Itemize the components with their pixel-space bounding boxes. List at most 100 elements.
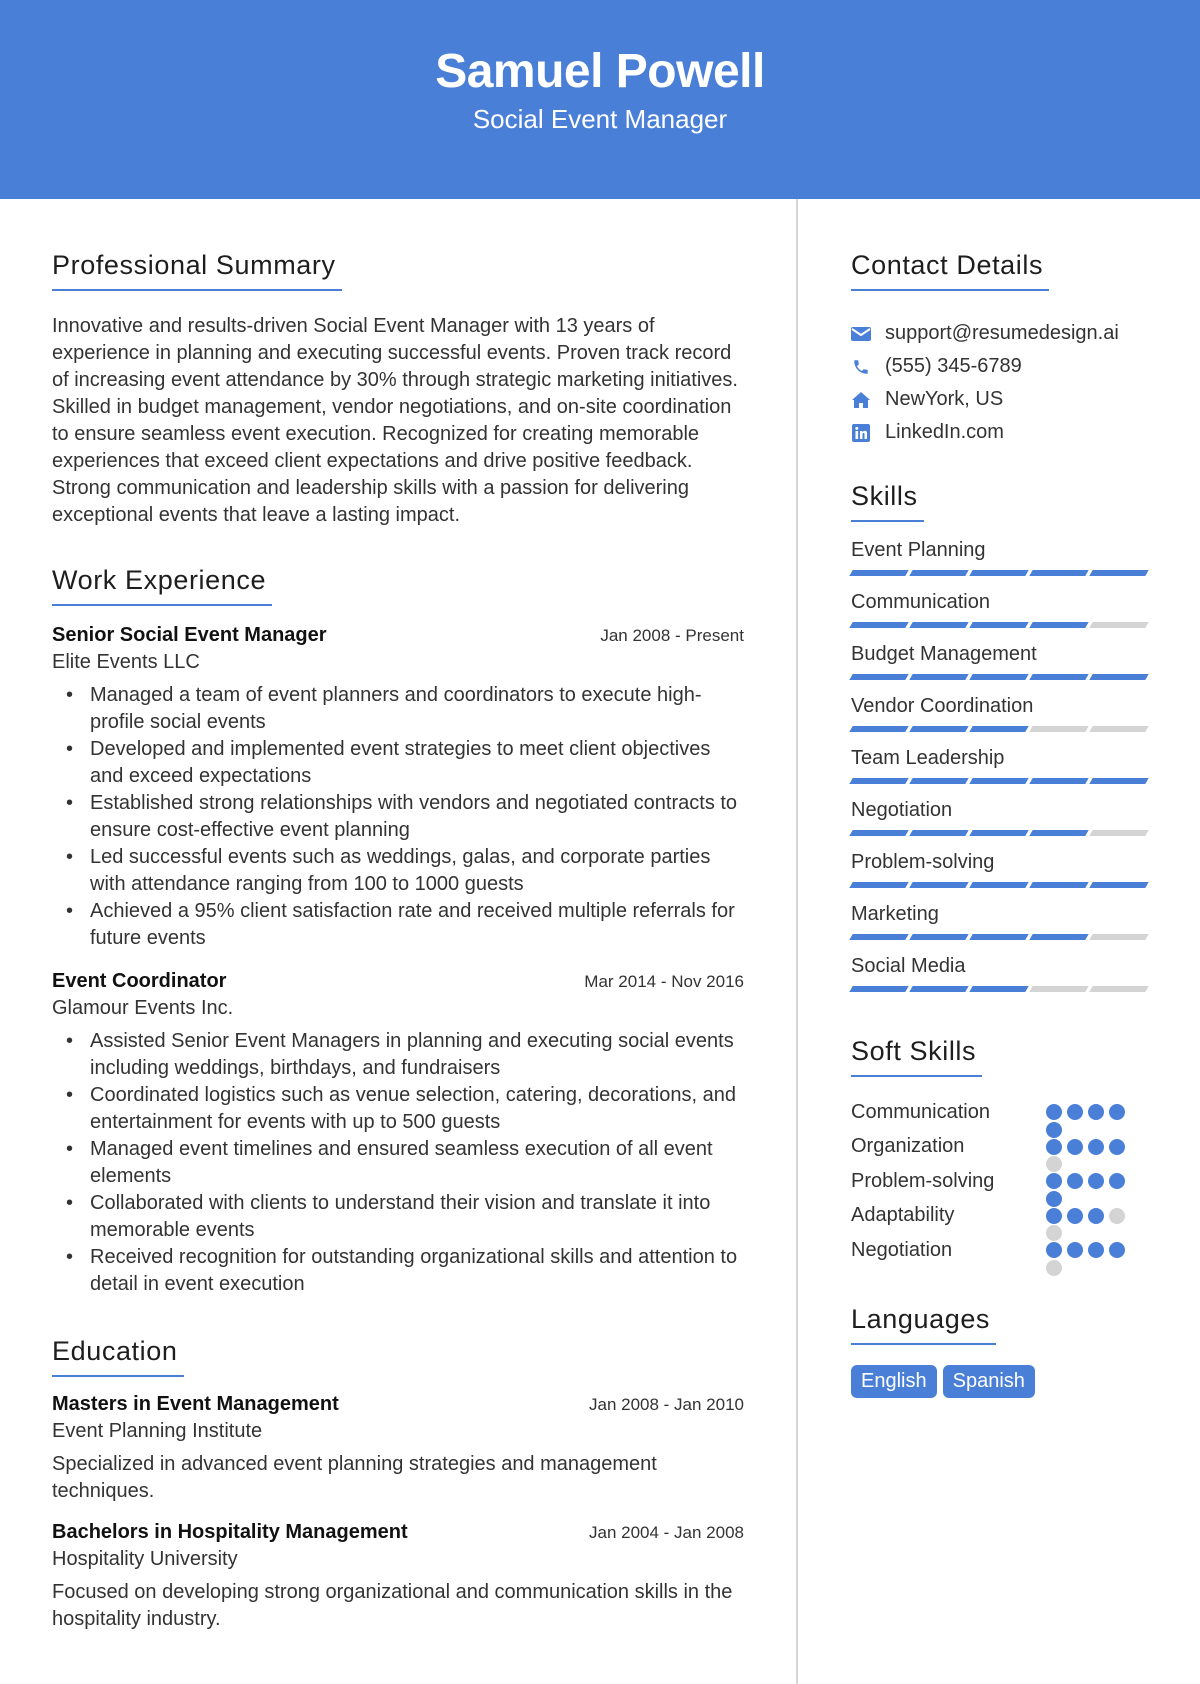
job-header: Senior Social Event Manager Jan 2008 - Pr… <box>52 624 744 647</box>
skill-segment-filled <box>969 674 1029 680</box>
skill-segment-filled <box>849 986 909 992</box>
language-badge: English <box>851 1364 937 1398</box>
contact-item[interactable]: LinkedIn.com <box>851 416 1151 449</box>
rating-dot-empty <box>1046 1259 1062 1276</box>
rating-dot-empty <box>1046 1225 1062 1241</box>
skill-segment-empty <box>1029 986 1089 992</box>
skill-item: Problem-solving <box>849 850 1151 888</box>
envelope-icon <box>851 324 871 344</box>
linkedin-icon <box>851 423 871 443</box>
rating-dot-filled <box>1046 1121 1062 1138</box>
section-title: Soft Skills <box>851 1036 983 1077</box>
skill-segment-filled <box>849 882 909 888</box>
skill-level-bar <box>849 778 1151 784</box>
rating-dot-filled <box>1088 1173 1104 1190</box>
degree-title: Masters in Event Management <box>52 1393 339 1415</box>
contact-text[interactable]: LinkedIn.com <box>885 421 1004 444</box>
job-bullet: Managed a team of event planners and coo… <box>66 682 744 736</box>
soft-skill-rating <box>1046 1138 1125 1155</box>
skill-segment-filled <box>969 570 1029 576</box>
skill-name: Problem-solving <box>851 851 995 873</box>
job-title: Senior Social Event Manager <box>52 624 327 646</box>
contact-text[interactable]: support@resumedesign.ai <box>885 322 1119 345</box>
skill-segment-filled <box>849 778 909 784</box>
job-list: Senior Social Event Manager Jan 2008 - Pr… <box>52 624 744 1298</box>
job-date: Jan 2008 - Present <box>600 626 744 645</box>
rating-dot-filled <box>1067 1207 1083 1224</box>
soft-skill-name: Adaptability <box>851 1204 955 1227</box>
job-bullet: Established strong relationships with ve… <box>66 790 744 844</box>
skill-segment-filled <box>969 986 1029 992</box>
contact-text[interactable]: NewYork, US <box>885 388 1003 411</box>
job-date: Mar 2014 - Nov 2016 <box>584 972 744 991</box>
phone-icon <box>851 357 871 377</box>
skill-segment-filled <box>1029 830 1089 836</box>
job-company: Glamour Events Inc. <box>52 997 234 1019</box>
job-bullet: Collaborated with clients to understand … <box>66 1190 744 1244</box>
summary-section: Professional Summary Innovative and resu… <box>52 250 744 529</box>
rating-dot-filled <box>1088 1104 1104 1121</box>
rating-dot-filled <box>1046 1104 1062 1121</box>
school-name: Hospitality University <box>52 1548 238 1570</box>
job-bullet: Developed and implemented event strategi… <box>66 736 744 790</box>
skill-segment-filled <box>849 570 909 576</box>
skill-segment-filled <box>909 882 969 888</box>
job-entry: Event Coordinator Mar 2014 - Nov 2016 Glam… <box>52 970 744 1298</box>
rating-dot-filled <box>1088 1138 1104 1155</box>
skill-segment-filled <box>849 622 909 628</box>
skill-segment-filled <box>849 830 909 836</box>
contact-text[interactable]: (555) 345-6789 <box>885 355 1022 378</box>
degree-title: Bachelors in Hospitality Management <box>52 1521 408 1543</box>
education-header: Masters in Event Management Jan 2008 - Ja… <box>52 1393 744 1416</box>
skill-level-bar <box>849 622 1151 628</box>
skill-segment-empty <box>1089 726 1149 732</box>
rating-dot-empty <box>1109 1207 1125 1224</box>
section-title: Skills <box>851 481 924 522</box>
soft-skills-section: Soft Skills Communication Organization Pro… <box>851 1036 1151 1276</box>
rating-dot-filled <box>1109 1104 1125 1121</box>
soft-skill-rating <box>1046 1173 1125 1190</box>
job-bullet: Coordinated logistics such as venue sele… <box>66 1082 744 1136</box>
soft-skill-item: Organization <box>851 1130 1151 1165</box>
soft-skill-name: Communication <box>851 1100 990 1123</box>
job-bullet: Achieved a 95% client satisfaction rate … <box>66 898 744 952</box>
skill-segment-filled <box>969 934 1029 940</box>
soft-skill-rating <box>1046 1207 1125 1224</box>
education-date: Jan 2008 - Jan 2010 <box>588 1395 744 1414</box>
skill-segment-filled <box>1029 934 1089 940</box>
education-date: Jan 2004 - Jan 2008 <box>588 1523 744 1542</box>
languages-section: Languages English Spanish <box>851 1304 1151 1398</box>
skill-name: Marketing <box>851 903 939 925</box>
contact-item[interactable]: NewYork, US <box>851 383 1151 416</box>
rating-dot-filled <box>1088 1242 1104 1259</box>
job-bullet: Led successful events such as weddings, … <box>66 844 744 898</box>
skill-item: Marketing <box>849 902 1151 940</box>
education-list: Masters in Event Management Jan 2008 - Ja… <box>52 1393 744 1633</box>
skill-segment-empty <box>1029 726 1089 732</box>
section-title: Professional Summary <box>52 250 342 291</box>
skill-name: Team Leadership <box>851 747 1005 769</box>
skill-segment-filled <box>969 726 1029 732</box>
skill-segment-filled <box>909 570 969 576</box>
soft-skill-item: Communication <box>851 1095 1151 1130</box>
main-column: Professional Summary Innovative and resu… <box>52 250 744 1663</box>
soft-skill-item: Adaptability <box>851 1199 1151 1234</box>
contact-item[interactable]: (555) 345-6789 <box>851 350 1151 383</box>
rating-dot-filled <box>1109 1242 1125 1259</box>
skill-level-bar <box>849 934 1151 940</box>
skill-segment-filled <box>1029 622 1089 628</box>
skill-segment-empty <box>1089 986 1149 992</box>
skill-segment-filled <box>909 934 969 940</box>
skill-name: Vendor Coordination <box>851 695 1034 717</box>
contact-item[interactable]: support@resumedesign.ai <box>851 317 1151 350</box>
skill-level-bar <box>849 674 1151 680</box>
skill-segment-empty <box>1089 934 1149 940</box>
column-divider <box>796 199 798 1684</box>
rating-dot-filled <box>1067 1104 1083 1121</box>
rating-dot-filled <box>1067 1138 1083 1155</box>
rating-dot-filled <box>1088 1207 1104 1224</box>
job-header: Event Coordinator Mar 2014 - Nov 2016 <box>52 970 744 993</box>
job-entry: Senior Social Event Manager Jan 2008 - Pr… <box>52 624 744 952</box>
soft-skill-name: Negotiation <box>851 1238 953 1261</box>
skill-segment-filled <box>1029 882 1089 888</box>
